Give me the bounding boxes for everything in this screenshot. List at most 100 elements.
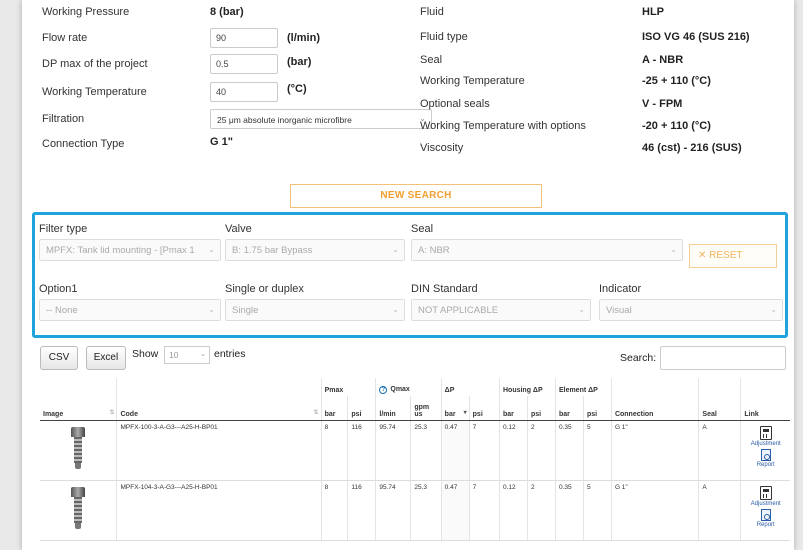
col-code[interactable]: Code ⇅	[116, 396, 322, 421]
report-link[interactable]: Report	[744, 462, 787, 468]
group-header-empty	[610, 378, 699, 396]
flow-rate-unit: (l/min)	[287, 32, 320, 44]
flow-rate-label: Flow rate	[42, 32, 88, 44]
single-duplex-label: Single or duplex	[225, 283, 304, 295]
excel-button[interactable]: Excel	[86, 346, 126, 370]
col-qmax-lmin[interactable]: l/min	[375, 396, 411, 421]
col-code-label: Code	[120, 410, 138, 418]
element-bar-cell: 0.35	[554, 420, 584, 481]
filter-product-image[interactable]	[71, 426, 86, 471]
link-cell: Adjustment Report	[740, 480, 790, 541]
table-group-header-row: Pmax ? Qmax ΔP Housing ΔP Element ΔP	[40, 378, 790, 396]
seal-temperature-value: -25 + 110 (°C)	[642, 75, 711, 87]
filtration-label: Filtration	[42, 113, 85, 125]
single-duplex-select[interactable]: Single ⌄	[225, 299, 405, 321]
qmax-lmin-cell: 95.74	[375, 480, 411, 541]
connection-type-value: G 1"	[210, 136, 233, 148]
entries-per-page-select[interactable]: 10 ⌄	[164, 346, 210, 364]
adjustment-link[interactable]: Adjustment	[744, 441, 787, 447]
pdf-report-icon[interactable]	[760, 508, 771, 521]
parameters-right-column: Fluid HLP Fluid type ISO VG 46 (SUS 216)…	[420, 6, 780, 158]
col-dp-bar[interactable]: bar ▾	[440, 396, 470, 421]
housing-bar-cell: 0.12	[498, 480, 528, 541]
col-image[interactable]: Image ⇅	[40, 396, 117, 421]
parameters-left-column: Working Pressure 8 (bar) Flow rate 90 (l…	[42, 6, 432, 156]
reset-button[interactable]: ✕ RESET	[689, 244, 777, 268]
product-image-cell	[40, 480, 117, 541]
col-qmax-lmin-label: l/min	[379, 410, 396, 418]
col-pmax-psi[interactable]: psi	[347, 396, 376, 421]
col-pmax-psi-label: psi	[351, 410, 362, 418]
table-row: MPFX-104-3-A-G3---A25-H-BP01 8 116 95.74…	[40, 480, 790, 541]
col-connection-label: Connection	[614, 410, 654, 418]
chevron-down-icon: ⌄	[578, 305, 585, 314]
pmax-psi-cell: 116	[347, 480, 376, 541]
seal-filter-select[interactable]: A: NBR ⌄	[411, 239, 683, 261]
connection-type-row: Connection Type G 1"	[42, 134, 412, 156]
col-housing-psi[interactable]: psi	[526, 396, 556, 421]
filter-type-select[interactable]: MPFX: Tank lid mounting - [Pmax 1 ⌄	[39, 239, 221, 261]
working-temperature-row: Working Temperature 40 (°C)	[42, 80, 412, 108]
sort-icon: ⇅	[109, 409, 115, 416]
indicator-value: Visual	[606, 305, 632, 316]
dp-max-input[interactable]: 0.5	[210, 54, 278, 74]
col-element-psi[interactable]: psi	[582, 396, 612, 421]
col-pmax-bar-label: bar	[324, 410, 336, 418]
adjustment-link[interactable]: Adjustment	[744, 501, 787, 507]
optional-seals-row: Optional seals V - FPM	[420, 92, 780, 114]
din-standard-select[interactable]: NOT APPLICABLE ⌄	[411, 299, 591, 321]
valve-label: Valve	[225, 223, 252, 235]
seal-label: Seal	[420, 54, 443, 66]
seal-filter-value: A: NBR	[418, 245, 450, 256]
din-standard-group: DIN Standard NOT APPLICABLE ⌄	[411, 283, 591, 321]
col-qmax-gpm-label: gpm us	[414, 403, 430, 418]
parameters-panel: Working Pressure 8 (bar) Flow rate 90 (l…	[22, 0, 794, 178]
col-housing-bar[interactable]: bar	[498, 396, 528, 421]
indicator-select[interactable]: Visual ⌄	[599, 299, 783, 321]
filter-product-image[interactable]	[71, 486, 86, 531]
report-link[interactable]: Report	[744, 522, 787, 528]
seal-row: Seal A - NBR	[420, 52, 780, 70]
col-seal[interactable]: Seal	[698, 396, 741, 421]
chevron-down-icon: ⌄	[200, 351, 206, 358]
housing-dp-group-header: Housing ΔP	[498, 378, 556, 396]
new-search-button[interactable]: NEW SEARCH	[290, 184, 542, 208]
pdf-report-icon[interactable]	[760, 448, 771, 461]
search-input[interactable]	[660, 346, 786, 370]
qmax-gpm-cell: 25.3	[410, 480, 442, 541]
filtration-select-value: 25 μm absolute inorganic microfibre	[217, 115, 352, 125]
element-psi-cell: 5	[582, 480, 612, 541]
valve-select[interactable]: B: 1.75 bar Bypass ⌄	[225, 239, 405, 261]
working-temperature-input[interactable]: 40	[210, 82, 278, 102]
option1-select[interactable]: -- None ⌄	[39, 299, 221, 321]
seal-temperature-row: Working Temperature -25 + 110 (°C)	[420, 70, 780, 92]
option1-group: Option1 -- None ⌄	[39, 283, 221, 321]
dp-max-label: DP max of the project	[42, 58, 148, 70]
working-pressure-row: Working Pressure 8 (bar)	[42, 6, 412, 28]
options-temperature-row: Working Temperature with options -20 + 1…	[420, 114, 780, 136]
din-standard-label: DIN Standard	[411, 283, 478, 295]
show-label: Show	[132, 348, 159, 360]
flow-rate-input[interactable]: 90	[210, 28, 278, 48]
col-connection[interactable]: Connection	[610, 396, 699, 421]
col-link[interactable]: Link	[740, 396, 790, 421]
indicator-group: Indicator Visual ⌄	[599, 283, 783, 321]
csv-button[interactable]: CSV	[40, 346, 78, 370]
table-header-row: Image ⇅ Code ⇅ bar psi l/min gpm us bar ▾ p…	[40, 396, 790, 421]
seal-filter-label: Seal	[411, 223, 434, 235]
filter-type-group: Filter type MPFX: Tank lid mounting - [P…	[39, 223, 221, 261]
col-element-bar[interactable]: bar	[554, 396, 584, 421]
info-icon[interactable]: ?	[379, 386, 388, 394]
calculator-icon[interactable]	[759, 425, 772, 440]
seal-temperature-label: Working Temperature	[420, 75, 525, 87]
calculator-icon[interactable]	[759, 485, 772, 500]
filtration-select[interactable]: 25 μm absolute inorganic microfibre ⌄	[210, 109, 432, 129]
optional-seals-value: V - FPM	[642, 98, 683, 110]
col-pmax-bar[interactable]: bar	[320, 396, 348, 421]
dp-psi-cell: 7	[468, 420, 500, 481]
col-dp-psi[interactable]: psi	[468, 396, 500, 421]
dp-max-unit: (bar)	[287, 56, 312, 68]
col-qmax-gpm[interactable]: gpm us	[410, 396, 442, 421]
option1-label: Option1	[39, 283, 78, 295]
col-image-label: Image	[43, 410, 64, 418]
